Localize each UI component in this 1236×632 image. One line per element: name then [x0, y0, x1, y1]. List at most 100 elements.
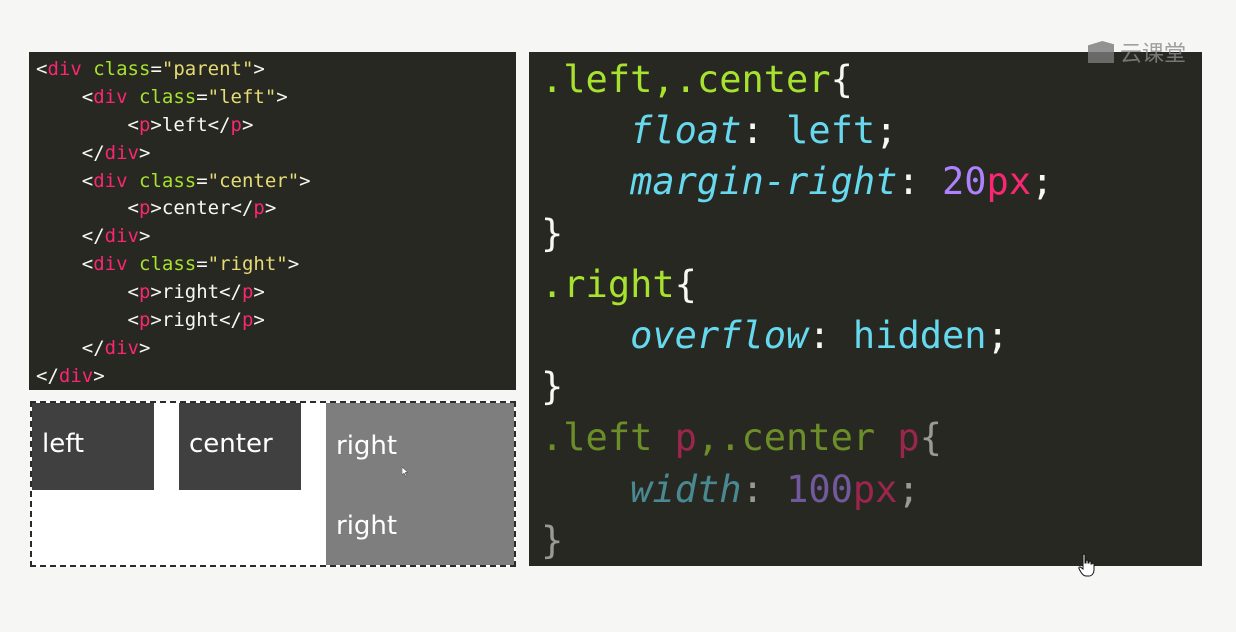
- html-code-token: >: [138, 141, 151, 164]
- css-code-token: :: [808, 313, 853, 357]
- html-code-token: </: [207, 113, 231, 136]
- html-code-token: p: [241, 309, 254, 332]
- html-code-token: [36, 225, 82, 247]
- html-code-token: <: [127, 309, 139, 332]
- html-code-token: div: [93, 253, 128, 276]
- html-code-token: class: [139, 169, 197, 192]
- html-code-line: </div>: [36, 223, 516, 251]
- html-code-token: </: [230, 197, 254, 220]
- html-code-token: >: [138, 225, 151, 248]
- css-code-line: width: 100px;: [541, 464, 1202, 515]
- css-code-token: .left,.center: [541, 58, 831, 101]
- css-code-token: :: [741, 109, 787, 153]
- demo-right-label-1: right: [336, 431, 398, 461]
- html-code-token: div: [93, 85, 128, 108]
- html-code-token: [36, 337, 82, 359]
- html-code-token: [36, 114, 128, 136]
- html-code-token: </: [36, 364, 59, 387]
- layout-demo-preview: left center right right: [30, 401, 516, 567]
- css-code-token: {: [919, 416, 942, 460]
- css-code-token: :: [897, 160, 942, 204]
- css-code-token: left: [786, 109, 876, 153]
- css-code-token: .right: [541, 262, 675, 306]
- html-code-token: >: [150, 281, 162, 304]
- html-code-token: <: [81, 169, 94, 192]
- html-code-token: >: [287, 253, 300, 276]
- css-code-token: px: [986, 160, 1032, 204]
- css-code-token: [541, 160, 630, 203]
- css-code-token: 20: [941, 160, 987, 204]
- html-code-token: [36, 253, 82, 275]
- watermark-text: 云课堂: [1120, 42, 1187, 67]
- css-code-token: ;: [875, 109, 898, 153]
- html-code-line: <div class="right">: [36, 251, 516, 279]
- html-code-line: <div class="center">: [36, 168, 516, 196]
- html-code-token: </: [81, 336, 105, 359]
- css-code-token: width: [630, 467, 742, 511]
- html-code-line: <p>left</p>: [36, 112, 516, 140]
- html-code-line: <p>center</p>: [36, 195, 516, 223]
- html-code-token: =: [196, 169, 208, 192]
- html-code-line: <div class="parent">: [36, 56, 516, 84]
- html-code-token: class: [139, 85, 197, 108]
- html-code-token: [36, 197, 128, 219]
- html-code-line: <p>right</p>: [36, 307, 516, 335]
- css-code-token: ;: [986, 313, 1009, 357]
- html-code-token: p: [230, 113, 242, 136]
- html-code-token: class: [139, 253, 197, 276]
- html-code-line: </div>: [36, 335, 516, 363]
- html-code-token: <: [81, 85, 94, 108]
- html-code-token: <: [36, 58, 48, 80]
- html-code-panel: <div class="parent"> <div class="left"> …: [29, 52, 516, 390]
- html-code-token: "center": [207, 169, 300, 192]
- css-code-line: float: left;: [541, 105, 1202, 156]
- html-code-token: </: [81, 141, 105, 164]
- css-code-line: }: [541, 361, 1202, 412]
- demo-left-label: left: [42, 429, 85, 459]
- html-code-line: </div>: [36, 363, 516, 391]
- css-code-token: overflow: [630, 313, 809, 357]
- css-code-token: {: [674, 262, 697, 306]
- html-code-token: div: [104, 336, 139, 359]
- css-code-line: margin-right: 20px;: [541, 156, 1202, 207]
- html-code-token: >: [299, 169, 311, 192]
- demo-right-label-2: right: [336, 511, 398, 541]
- html-code-line: <div class="left">: [36, 84, 516, 112]
- html-code-token: <: [127, 197, 139, 220]
- html-code-token: div: [104, 225, 139, 248]
- html-code-token: [82, 58, 93, 80]
- html-code-token: "right": [207, 253, 288, 276]
- html-code-token: <: [127, 113, 139, 136]
- html-code-token: =: [150, 58, 162, 80]
- css-code-token: px: [852, 467, 898, 511]
- html-code-token: left: [161, 113, 208, 136]
- html-code-token: <: [127, 281, 139, 304]
- html-code-token: p: [241, 281, 254, 304]
- css-code-line: overflow: hidden;: [541, 310, 1202, 361]
- html-code-token: center: [161, 197, 231, 220]
- html-code-token: class: [93, 58, 151, 80]
- cloud-classroom-logo-icon: [1088, 41, 1114, 63]
- demo-center-block: center: [179, 403, 301, 490]
- html-code-token: "left": [207, 85, 277, 108]
- html-code-token: p: [253, 197, 265, 220]
- html-code-token: =: [196, 85, 208, 108]
- html-code-token: p: [138, 281, 151, 304]
- css-code-token: margin-right: [630, 160, 898, 204]
- css-code-token: ;: [897, 467, 920, 511]
- html-code-token: >: [253, 281, 265, 304]
- html-code-token: >: [138, 336, 151, 359]
- demo-right-block: right right: [326, 403, 514, 565]
- html-code-token: =: [196, 253, 208, 276]
- html-code-token: </: [219, 309, 242, 332]
- html-code-token: [36, 170, 82, 192]
- html-code-token: [36, 86, 82, 108]
- css-code-token: 100: [786, 467, 853, 511]
- demo-center-label: center: [189, 429, 273, 459]
- html-code-token: >: [150, 197, 162, 220]
- html-code-token: >: [276, 85, 288, 108]
- css-code-line: }: [541, 515, 1202, 566]
- css-code-token: .left: [541, 416, 675, 460]
- html-code-token: [128, 170, 139, 192]
- css-code-token: hidden: [852, 313, 987, 357]
